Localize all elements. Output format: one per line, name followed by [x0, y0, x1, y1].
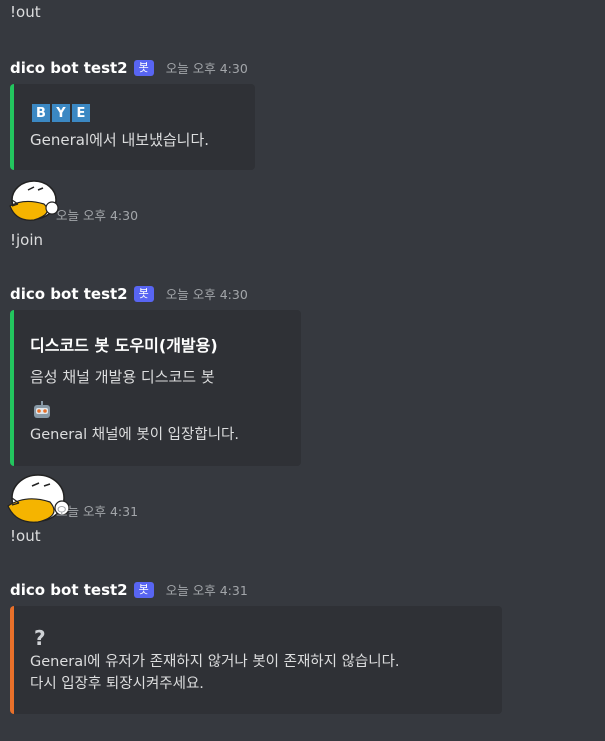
timestamp: 오늘 오후 4:31 [165, 583, 248, 598]
bot-tag: 봇 [133, 581, 154, 598]
embed-text: General 채널에 봇이 입장합니다. [30, 427, 239, 443]
bye-letter: E [72, 104, 90, 122]
author-name[interactable]: dico bot test2 [10, 59, 128, 77]
bot-tag: 봇 [133, 285, 154, 302]
message-text: !out [10, 3, 41, 21]
embed-text: 다시 입장후 퇴장시켜주세요. [30, 676, 204, 692]
timestamp: 오늘 오후 4:31 [56, 504, 139, 519]
timestamp: 오늘 오후 4:30 [165, 61, 248, 76]
bye-letter: B [32, 104, 50, 122]
timestamp: 오늘 오후 4:30 [165, 287, 248, 302]
embed-title: 디스코드 봇 도우미(개발용) [30, 336, 218, 355]
message-header: dico bot test2 봇 오늘 오후 4:30 [10, 58, 248, 77]
question-icon: ? [34, 626, 46, 650]
timestamp: 오늘 오후 4:30 [56, 208, 139, 223]
author-name[interactable]: dico bot test2 [10, 581, 128, 599]
message-header: dico bot test2 봇 오늘 오후 4:30 [10, 284, 248, 303]
embed-text: General에서 내보냈습니다. [30, 131, 210, 149]
embed: B Y E General에서 내보냈습니다. [10, 84, 255, 170]
embed-description: 음성 채널 개발용 디스코드 봇 [30, 368, 215, 386]
embed: ? General에 유저가 존재하지 않거나 봇이 존재하지 않습니다. 다시… [10, 606, 502, 714]
robot-icon [32, 400, 52, 424]
message-text: !out [10, 527, 41, 545]
embed: 디스코드 봇 도우미(개발용) 음성 채널 개발용 디스코드 봇 General… [10, 310, 301, 466]
author-name[interactable]: dico bot test2 [10, 285, 128, 303]
avatar[interactable] [4, 178, 62, 224]
bye-letter: Y [52, 104, 70, 122]
bye-emoji: B Y E [32, 104, 92, 122]
bot-tag: 봇 [133, 59, 154, 76]
message-text: !join [10, 231, 44, 249]
embed-text: General에 유저가 존재하지 않거나 봇이 존재하지 않습니다. [30, 654, 400, 670]
message-header: dico bot test2 봇 오늘 오후 4:31 [10, 580, 248, 599]
